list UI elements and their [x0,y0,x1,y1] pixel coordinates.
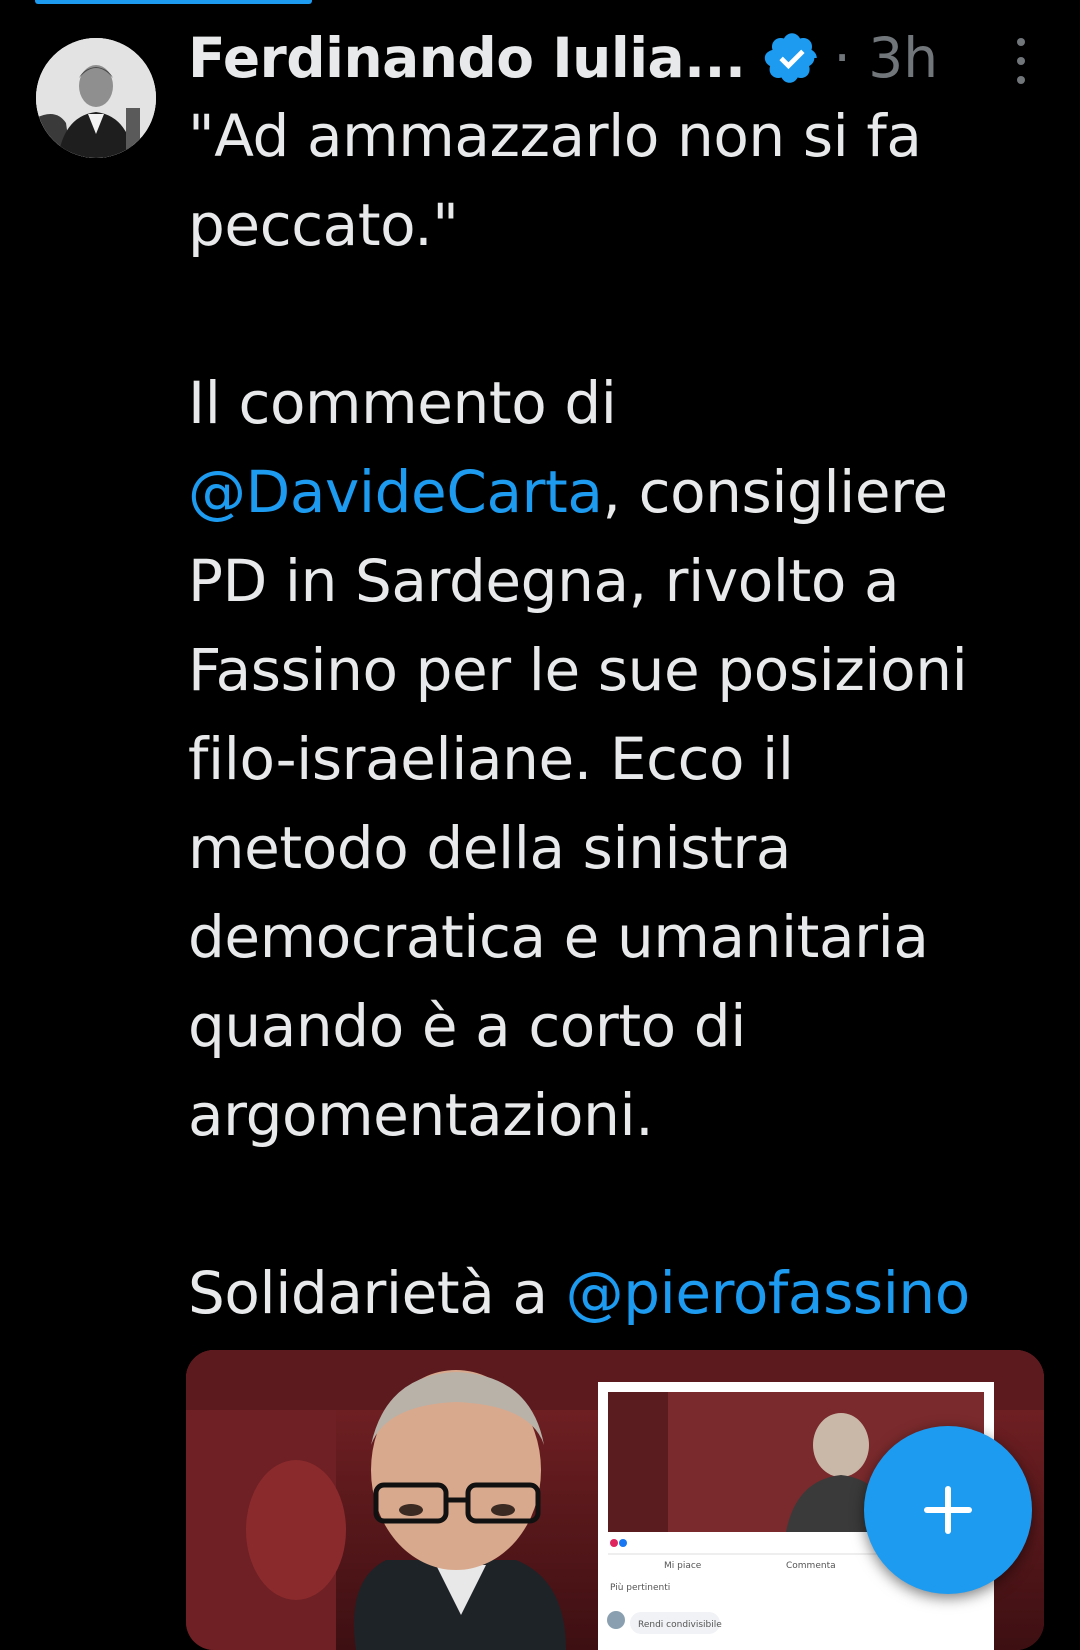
top-tab-indicator [35,0,312,4]
more-options-icon[interactable] [1006,38,1036,84]
more-dot [1017,76,1025,84]
tweet-text-line: democratica e umanitaria [188,903,929,971]
plus-icon [924,1486,972,1534]
facebook-sort-label: Più pertinenti [610,1583,670,1593]
tweet-timestamp[interactable]: · 3h [833,26,938,90]
tweet-text-fragment: Solidarietà a [188,1259,566,1327]
tweet-text-line: quando è a corto di [188,992,746,1060]
tweet-text-fragment: , consigliere [602,458,949,526]
tweet-text-line: Fassino per le sue posizioni [188,636,968,704]
author-avatar[interactable] [36,38,156,158]
tweet-text-line: metodo della sinistra [188,814,792,882]
tweet-text-line: peccato." [188,191,459,259]
tweet-text-spacer [188,270,1058,359]
tweet-body: "Ad ammazzarlo non si fa peccato." Il co… [188,92,1058,1338]
facebook-like-label: Mi piace [664,1561,702,1571]
more-dot [1017,38,1025,46]
tweet-header: Ferdinando Iulia... · 3h [188,20,938,96]
facebook-reply-label: Rendi condivisibile [638,1620,722,1630]
author-name[interactable]: Ferdinando Iulia... [188,26,746,90]
facebook-comment-label: Commenta [786,1561,836,1571]
avatar-image [36,38,156,158]
more-dot [1017,57,1025,65]
tweet-text-line: Solidarietà a @pierofassino [188,1249,1058,1338]
tweet-text-spacer [188,1160,1058,1249]
compose-tweet-button[interactable] [864,1426,1032,1594]
tweet-text-line: filo-israeliane. Ecco il [188,725,794,793]
tweet-text-line: @DavideCarta, consigliere [188,448,1058,537]
tweet-text-line: argomentazioni. [188,1081,654,1149]
tweet-text-line: Il commento di [188,369,617,437]
mention-link[interactable]: @DavideCarta [188,458,603,526]
tweet-text-line: PD in Sardegna, rivolto a [188,547,900,615]
tweet-text-line: "Ad ammazzarlo non si fa [188,102,922,170]
mention-link[interactable]: @pierofassino [566,1259,971,1327]
verified-badge-icon [763,29,821,87]
